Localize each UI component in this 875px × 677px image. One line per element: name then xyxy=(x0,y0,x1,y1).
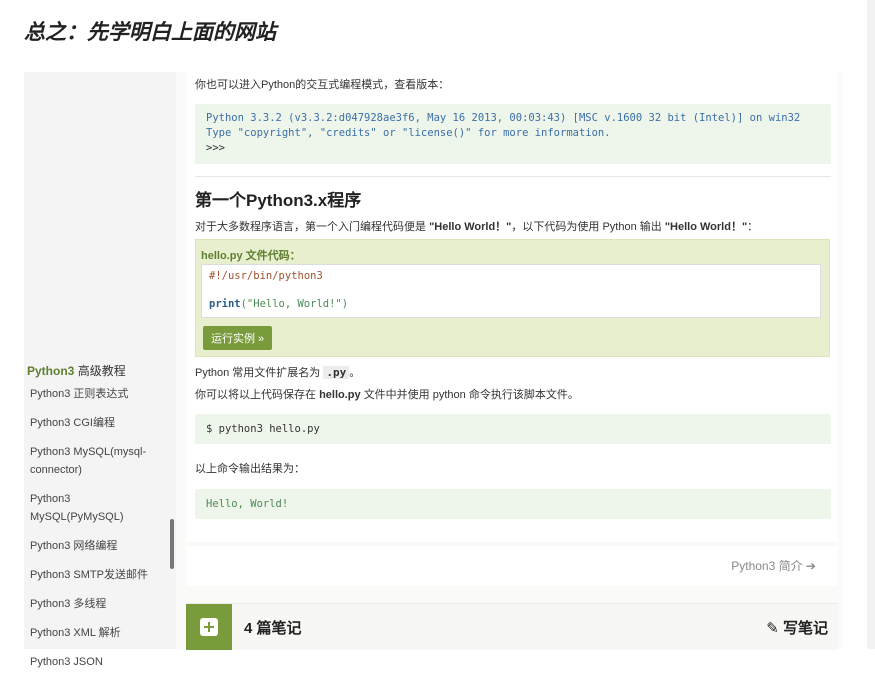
output-line: Hello, World! xyxy=(206,498,289,510)
sidebar-item-regex[interactable]: Python3 正则表达式 xyxy=(24,380,170,409)
ext-suffix: 。 xyxy=(349,367,361,379)
sidebar-item-network[interactable]: Python3 网络编程 xyxy=(24,532,170,561)
sidebar-item-json[interactable]: Python3 JSON xyxy=(24,648,170,677)
sidebar-category: Python3 高级教程 xyxy=(27,362,126,379)
command-code-block: $ python3 hello.py xyxy=(195,414,831,444)
extension-text: Python 常用文件扩展名为 .py。 xyxy=(195,364,360,380)
sidebar-item-cgi[interactable]: Python3 CGI编程 xyxy=(24,409,170,438)
ext-value: .py xyxy=(323,366,350,379)
sidebar-category-label: Python3 xyxy=(27,364,75,378)
next-page-link[interactable]: Python3 简介 ➔ xyxy=(731,557,816,574)
code-print-args: ("Hello, World!") xyxy=(240,298,349,310)
example-box: hello.py 文件代码： #!/usr/bin/python3 print(… xyxy=(195,239,830,357)
desc-hello-2: "Hello World！" xyxy=(664,221,748,233)
page-heading: 总之：先学明白上面的网站 xyxy=(24,21,276,44)
code-shebang: #!/usr/bin/python3 xyxy=(209,270,323,282)
desc-hello-1: "Hello World！" xyxy=(429,221,512,233)
sidebar-scrollbar[interactable] xyxy=(170,519,174,569)
command-line: $ python3 hello.py xyxy=(206,423,320,435)
version-line-3: >>> xyxy=(206,142,225,154)
desc-mid: ，以下代码为使用 Python 输出 xyxy=(511,221,662,233)
save-suffix: 文件中并使用 python 命令执行该脚本文件。 xyxy=(363,389,579,401)
example-code: #!/usr/bin/python3 print("Hello, World!"… xyxy=(201,264,821,318)
code-print-line: print("Hello, World!") xyxy=(209,298,348,310)
expand-notes-button[interactable] xyxy=(186,604,232,650)
sidebar-item-mysql-connector[interactable]: Python3 MySQL(mysql-connector) xyxy=(24,438,170,485)
intro-text: 你也可以进入Python的交互式编程模式，查看版本： xyxy=(195,79,450,91)
sidebar-list: Python3 正则表达式 Python3 CGI编程 Python3 MySQ… xyxy=(24,380,170,677)
write-note-button[interactable]: ✎ 写笔记 xyxy=(766,617,828,638)
pagination-row: Python3 简介 ➔ xyxy=(186,546,838,586)
ext-prefix: Python 常用文件扩展名为 xyxy=(195,367,321,379)
version-line-1: Python 3.3.2 (v3.3.2:d047928ae3f6, May 1… xyxy=(206,112,801,124)
desc-suffix: ： xyxy=(747,221,759,233)
plus-icon xyxy=(200,618,218,636)
section-title: 第一个Python3.x程序 xyxy=(195,191,362,210)
notes-count: 4 篇笔记 xyxy=(244,620,302,637)
example-title: hello.py 文件代码： xyxy=(201,250,301,262)
sidebar-item-pymysql[interactable]: Python3 MySQL(PyMySQL) xyxy=(24,485,170,532)
sidebar-item-xml[interactable]: Python3 XML 解析 xyxy=(24,619,170,648)
save-text: 你可以将以上代码保存在 hello.py 文件中并使用 python 命令执行该… xyxy=(195,386,579,402)
code-print-keyword: print xyxy=(209,298,241,310)
notes-bar: 4 篇笔记 ✎ 写笔记 xyxy=(186,603,838,650)
save-prefix: 你可以将以上代码保存在 xyxy=(195,389,316,401)
section-description: 对于大多数程序语言，第一个入门编程代码便是 "Hello World！"，以下代… xyxy=(195,218,758,234)
page-scrollbar[interactable] xyxy=(867,0,875,649)
section-divider xyxy=(195,176,831,177)
sidebar-item-threading[interactable]: Python3 多线程 xyxy=(24,590,170,619)
version-code-block: Python 3.3.2 (v3.3.2:d047928ae3f6, May 1… xyxy=(195,104,831,164)
run-example-button[interactable]: 运行实例 » xyxy=(203,326,273,350)
sidebar-category-sub: 高级教程 xyxy=(77,364,126,378)
version-line-2: Type "copyright", "credits" or "license(… xyxy=(206,127,611,139)
output-label: 以上命令输出结果为： xyxy=(195,463,305,475)
save-file: hello.py xyxy=(319,389,361,401)
desc-prefix: 对于大多数程序语言，第一个入门编程代码便是 xyxy=(195,221,426,233)
sidebar-item-smtp[interactable]: Python3 SMTP发送邮件 xyxy=(24,561,170,590)
output-code-block: Hello, World! xyxy=(195,489,831,519)
